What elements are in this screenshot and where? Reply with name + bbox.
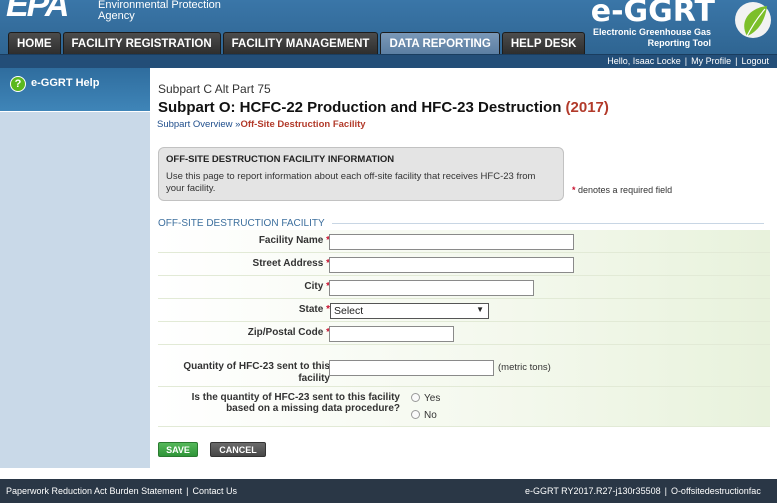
required-star: * xyxy=(572,185,576,195)
zip-label-text: Zip/Postal Code xyxy=(247,327,324,338)
state-select-value: Select xyxy=(334,305,364,317)
tab-home[interactable]: HOME xyxy=(8,32,61,54)
state-label: State * xyxy=(299,304,330,315)
cancel-button[interactable]: CANCEL xyxy=(210,442,266,457)
required-note-text: denotes a required field xyxy=(578,185,673,195)
missing-data-label: Is the quantity of HFC-23 sent to this f… xyxy=(192,392,400,414)
agency-line-2: Agency xyxy=(98,10,135,22)
city-input[interactable] xyxy=(329,280,534,296)
form-row-quantity: Quantity of HFC-23 sent to this facility… xyxy=(158,345,770,387)
main-content: Subpart C Alt Part 75 Subpart O: HCFC-22… xyxy=(150,68,777,468)
leaf-logo-icon xyxy=(735,2,771,38)
tab-data-reporting[interactable]: DATA REPORTING xyxy=(380,32,500,54)
epa-logo[interactable]: EPA xyxy=(6,0,69,24)
help-icon: ? xyxy=(10,76,26,92)
footer-links: Paperwork Reduction Act Burden Statement… xyxy=(6,486,237,496)
dropdown-arrow-icon: ▼ xyxy=(476,305,484,314)
contact-us-link[interactable]: Contact Us xyxy=(192,486,237,496)
quantity-label-line-2: facility xyxy=(298,373,330,384)
city-label: City * xyxy=(304,281,330,292)
page-title-text: Subpart O: HCFC-22 Production and HFC-23… xyxy=(158,99,562,116)
required-field-note: * denotes a required field xyxy=(572,185,672,195)
subpart-code: Subpart C Alt Part 75 xyxy=(158,82,271,96)
version-text: e-GGRT RY2017.R27-j130r35508 xyxy=(525,486,661,496)
breadcrumb-current: Off-Site Destruction Facility xyxy=(240,119,366,130)
tab-facility-management[interactable]: FACILITY MANAGEMENT xyxy=(222,32,379,54)
page-title: Subpart O: HCFC-22 Production and HFC-23… xyxy=(158,99,609,116)
zip-input[interactable] xyxy=(329,326,454,342)
form-row-missing-data: Is the quantity of HFC-23 sent to this f… xyxy=(158,387,770,427)
page-title-year: (2017) xyxy=(565,99,609,116)
form-row-street-address: Street Address * xyxy=(158,253,770,276)
info-box: OFF-SITE DESTRUCTION FACILITY INFORMATIO… xyxy=(158,147,564,201)
user-bar: Hello, Isaac Locke | My Profile | Logout xyxy=(0,54,777,68)
tab-facility-registration[interactable]: FACILITY REGISTRATION xyxy=(62,32,221,54)
agency-name: Environmental Protection Agency xyxy=(98,0,221,22)
footer-version-info: e-GGRT RY2017.R27-j130r35508 | O-offsitede… xyxy=(525,486,761,496)
facility-name-label-text: Facility Name xyxy=(258,235,324,246)
fieldset-divider xyxy=(332,223,764,224)
form-row-city: City * xyxy=(158,276,770,299)
street-address-input[interactable] xyxy=(329,257,574,273)
user-links: Hello, Isaac Locke | My Profile | Logout xyxy=(607,56,769,66)
quantity-unit: (metric tons) xyxy=(498,362,551,373)
missing-data-yes-radio[interactable] xyxy=(411,393,420,402)
missing-data-yes-label: Yes xyxy=(424,393,441,404)
save-button[interactable]: SAVE xyxy=(158,442,198,457)
form-row-facility-name: Facility Name * xyxy=(158,230,770,253)
info-box-title: OFF-SITE DESTRUCTION FACILITY INFORMATIO… xyxy=(166,154,395,165)
state-label-text: State xyxy=(298,304,324,315)
quantity-label: Quantity of HFC-23 sent to this facility xyxy=(183,361,330,385)
street-address-label: Street Address * xyxy=(253,258,330,269)
app-title: e-GGRT xyxy=(590,0,715,29)
page-id-text: O-offsitedestructionfac xyxy=(670,486,761,496)
fieldset-legend: OFF-SITE DESTRUCTION FACILITY xyxy=(158,218,325,229)
breadcrumb: Subpart Overview »Off-Site Destruction F… xyxy=(157,119,366,130)
form-row-zip: Zip/Postal Code * xyxy=(158,322,770,345)
logout-link[interactable]: Logout xyxy=(741,56,769,66)
form-row-state: State * Select ▼ xyxy=(158,299,770,322)
city-label-text: City xyxy=(304,281,324,292)
street-address-label-text: Street Address xyxy=(252,258,324,269)
facility-name-input[interactable] xyxy=(329,234,574,250)
quantity-input[interactable] xyxy=(329,360,494,376)
missing-data-label-line-2: based on a missing data procedure? xyxy=(226,403,400,414)
quantity-label-line-1: Quantity of HFC-23 sent to this xyxy=(183,361,330,372)
burden-statement-link[interactable]: Paperwork Reduction Act Burden Statement xyxy=(6,486,182,496)
epa-mark: EPA xyxy=(6,0,69,24)
main-nav-tabs: HOME FACILITY REGISTRATION FACILITY MANA… xyxy=(8,32,586,54)
breadcrumb-subpart-overview[interactable]: Subpart Overview xyxy=(157,119,233,130)
sidebar: ? e-GGRT Help xyxy=(0,68,150,468)
state-select[interactable]: Select ▼ xyxy=(330,303,489,319)
footer-bar: Paperwork Reduction Act Burden Statement… xyxy=(0,479,777,503)
zip-label: Zip/Postal Code * xyxy=(248,327,330,338)
my-profile-link[interactable]: My Profile xyxy=(691,56,731,66)
sidebar-item-label: e-GGRT Help xyxy=(31,77,100,89)
site-footer: Paperwork Reduction Act Burden Statement… xyxy=(0,468,777,503)
facility-name-label: Facility Name * xyxy=(259,235,330,246)
site-header: EPA Environmental Protection Agency e-GG… xyxy=(0,0,777,54)
user-greeting: Hello, Isaac Locke xyxy=(607,56,681,66)
info-box-text: Use this page to report information abou… xyxy=(166,171,536,194)
missing-data-no-label: No xyxy=(424,410,437,421)
missing-data-label-line-1: Is the quantity of HFC-23 sent to this f… xyxy=(191,392,400,403)
missing-data-no-radio[interactable] xyxy=(411,410,420,419)
sidebar-item-help[interactable]: ? e-GGRT Help xyxy=(0,68,150,112)
tab-help-desk[interactable]: HELP DESK xyxy=(501,32,586,54)
